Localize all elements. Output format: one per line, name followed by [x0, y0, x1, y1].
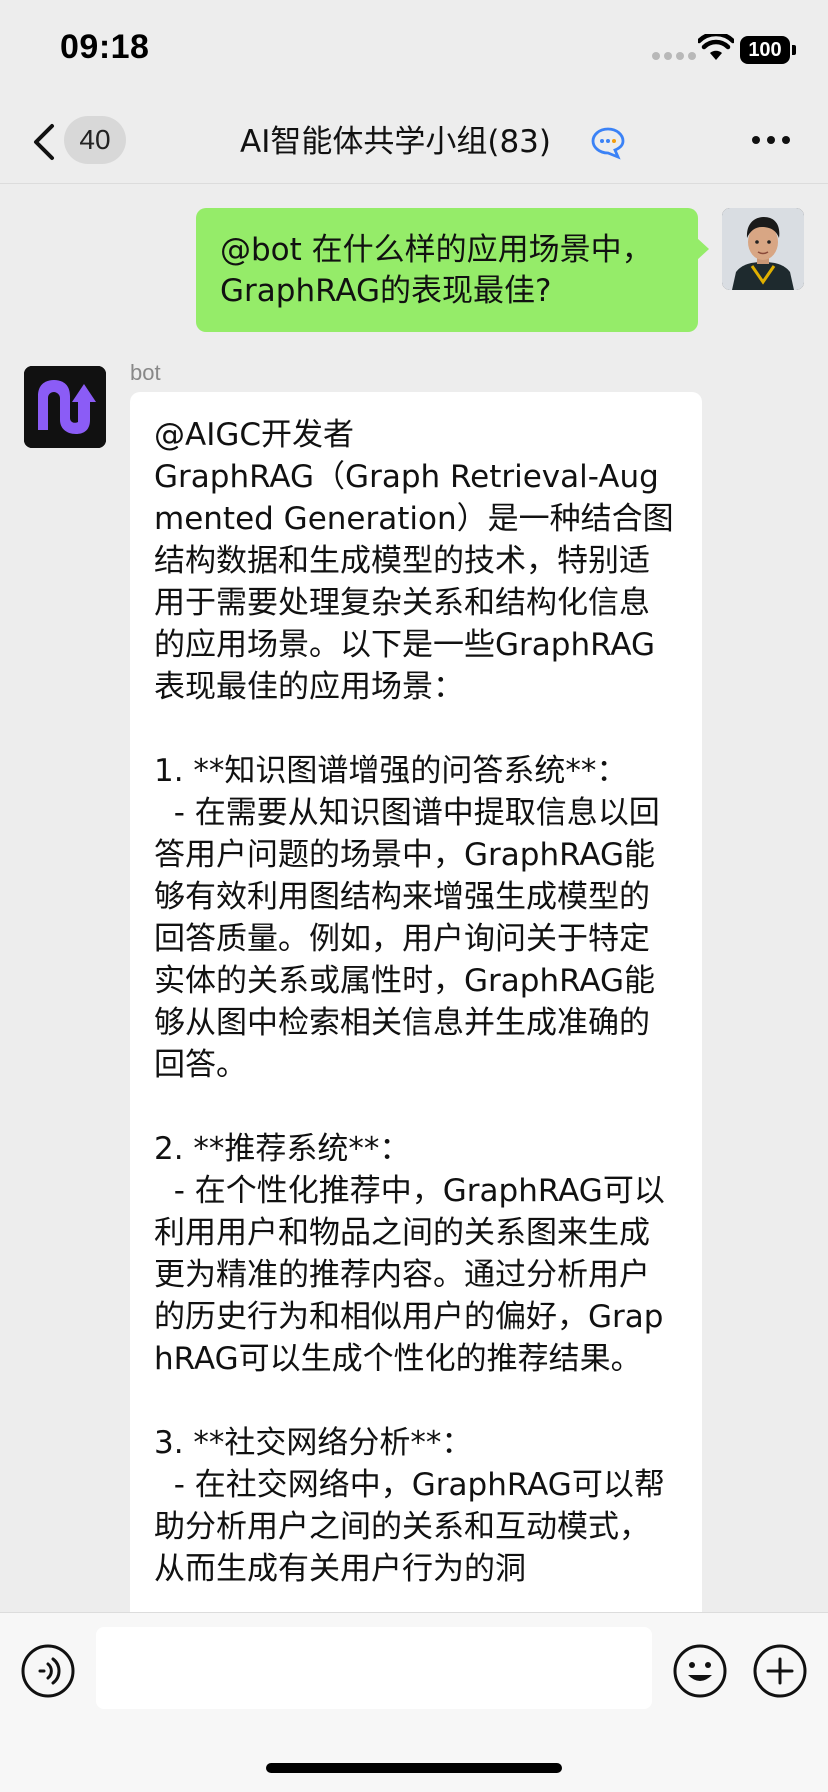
battery-icon: 100: [740, 36, 796, 64]
group-title[interactable]: AI智能体共学小组(83): [240, 120, 551, 164]
avatar[interactable]: [24, 366, 106, 448]
unread-count-badge[interactable]: 40: [64, 116, 126, 164]
chat-bubble-icon: [591, 127, 625, 160]
status-time: 09:18: [60, 28, 150, 66]
message-text: @AIGC开发者 GraphRAG（Graph Retrieval-Augmen…: [154, 417, 674, 1587]
cellular-signal-icon: [652, 52, 696, 60]
incoming-message-bubble[interactable]: @AIGC开发者 GraphRAG（Graph Retrieval-Augmen…: [130, 392, 702, 1642]
user-avatar-image: [722, 208, 804, 290]
chevron-left-icon[interactable]: [26, 118, 62, 166]
emoji-icon[interactable]: [672, 1643, 728, 1699]
status-bar: 09:18 100: [0, 0, 828, 100]
bot-logo-icon: [24, 366, 106, 448]
message-input[interactable]: [96, 1627, 652, 1709]
battery-level: 100: [740, 36, 790, 64]
sender-name: bot: [130, 360, 161, 385]
bubble-tail: [697, 238, 709, 260]
chat-header: 40 AI智能体共学小组(83): [0, 100, 828, 184]
wifi-icon: [698, 34, 734, 60]
home-indicator: [266, 1763, 562, 1773]
avatar[interactable]: [722, 208, 804, 290]
outgoing-message-bubble[interactable]: @bot 在什么样的应用场景中，GraphRAG的表现最佳?: [196, 208, 698, 332]
voice-icon[interactable]: [20, 1643, 76, 1699]
input-bar: [0, 1612, 828, 1792]
plus-icon[interactable]: [752, 1643, 808, 1699]
more-dots-icon[interactable]: [746, 120, 796, 160]
